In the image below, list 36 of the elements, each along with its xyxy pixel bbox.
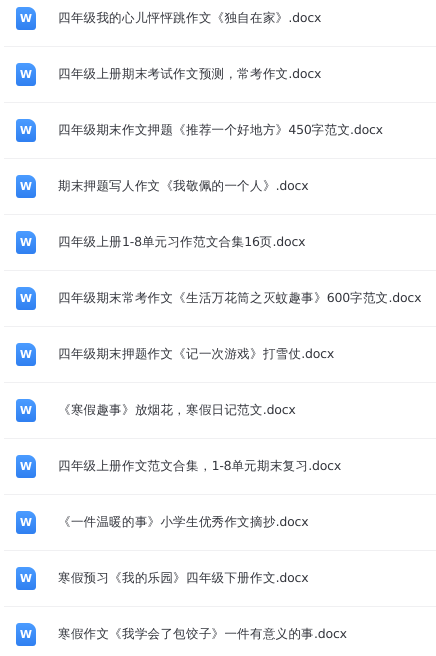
file-row[interactable]: W 四年级期末押题作文《记一次游戏》打雪仗.docx <box>4 327 436 383</box>
file-row[interactable]: W 四年级上册作文范文合集，1-8单元期末复习.docx <box>4 439 436 495</box>
file-name: 期末押题写人作文《我敬佩的一个人》.docx <box>58 178 308 195</box>
file-name: 《寒假趣事》放烟花，寒假日记范文.docx <box>58 402 296 419</box>
file-row[interactable]: W 《寒假趣事》放烟花，寒假日记范文.docx <box>4 383 436 439</box>
word-file-icon: W <box>16 175 36 198</box>
file-name: 四年级期末作文押题《推荐一个好地方》450字范文.docx <box>58 122 383 139</box>
file-row[interactable]: W 《一件温暖的事》小学生优秀作文摘抄.docx <box>4 495 436 551</box>
file-name: 四年级期末常考作文《生活万花筒之灭蚊趣事》600字范文.docx <box>58 290 422 307</box>
file-row[interactable]: W 四年级上册期末考试作文预测，常考作文.docx <box>4 47 436 103</box>
file-row[interactable]: W 四年级期末常考作文《生活万花筒之灭蚊趣事》600字范文.docx <box>4 271 436 327</box>
file-name: 四年级期末押题作文《记一次游戏》打雪仗.docx <box>58 346 334 363</box>
file-name: 四年级我的心儿怦怦跳作文《独自在家》.docx <box>58 10 322 27</box>
word-file-icon: W <box>16 567 36 590</box>
file-name: 《一件温暖的事》小学生优秀作文摘抄.docx <box>58 514 308 531</box>
file-row[interactable]: W 寒假预习《我的乐园》四年级下册作文.docx <box>4 551 436 607</box>
file-name: 四年级上册1-8单元习作范文合集16页.docx <box>58 234 306 251</box>
word-file-icon: W <box>16 287 36 310</box>
word-file-icon: W <box>16 511 36 534</box>
word-file-icon: W <box>16 231 36 254</box>
file-row[interactable]: W 四年级上册1-8单元习作范文合集16页.docx <box>4 215 436 271</box>
word-file-icon: W <box>16 623 36 646</box>
file-name: 四年级上册作文范文合集，1-8单元期末复习.docx <box>58 458 342 475</box>
word-file-icon: W <box>16 119 36 142</box>
file-name: 四年级上册期末考试作文预测，常考作文.docx <box>58 66 322 83</box>
file-row[interactable]: W 期末押题写人作文《我敬佩的一个人》.docx <box>4 159 436 215</box>
file-name: 寒假作文《我学会了包饺子》一件有意义的事.docx <box>58 626 347 643</box>
word-file-icon: W <box>16 455 36 478</box>
file-row[interactable]: W 四年级我的心儿怦怦跳作文《独自在家》.docx <box>4 0 436 47</box>
word-file-icon: W <box>16 399 36 422</box>
word-file-icon: W <box>16 63 36 86</box>
file-row[interactable]: W 寒假作文《我学会了包饺子》一件有意义的事.docx <box>4 607 436 656</box>
word-file-icon: W <box>16 7 36 30</box>
file-name: 寒假预习《我的乐园》四年级下册作文.docx <box>58 570 308 587</box>
file-row[interactable]: W 四年级期末作文押题《推荐一个好地方》450字范文.docx <box>4 103 436 159</box>
word-file-icon: W <box>16 343 36 366</box>
